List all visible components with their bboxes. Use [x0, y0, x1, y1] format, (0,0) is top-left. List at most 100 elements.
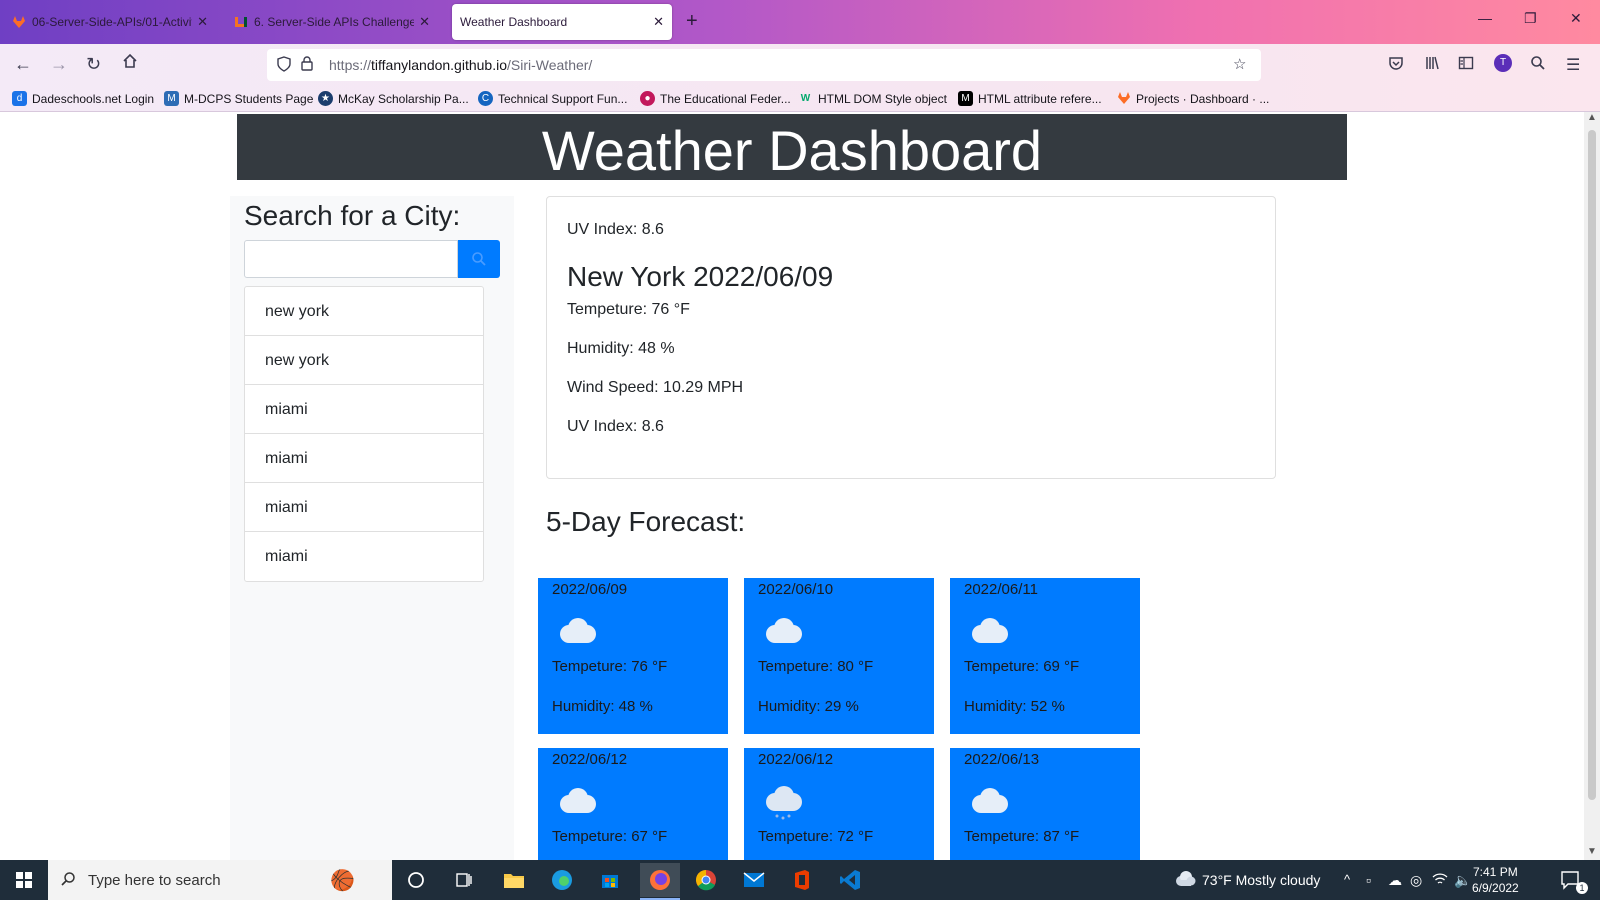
tab-title: 06-Server-Side-APIs/01-Activiti	[32, 15, 192, 29]
forecast-date: 2022/06/11	[964, 581, 1038, 598]
forward-arrow-icon[interactable]: →	[50, 54, 68, 75]
sidebar-icon[interactable]	[1458, 55, 1474, 76]
taskbar-search-box[interactable]: Type here to search 🏀	[48, 860, 392, 900]
forecast-date: 2022/06/13	[964, 751, 1040, 768]
forecast-card: 2022/06/12 Tempeture: 67 °F	[538, 748, 728, 860]
taskbar-clock[interactable]: 7:41 PM 6/9/2022	[1472, 864, 1519, 896]
close-icon[interactable]: ✕	[197, 14, 208, 30]
shield-icon[interactable]	[277, 56, 291, 76]
windows-start-icon[interactable]	[16, 872, 32, 893]
chevron-up-icon[interactable]: ^	[1344, 872, 1350, 887]
current-weather-card: UV Index: 8.6 New York 2022/06/09 Tempet…	[546, 196, 1276, 479]
bookmark-item[interactable]: M M-DCPS Students Page	[164, 91, 313, 106]
url-text[interactable]: https://tiffanylandon.github.io/Siri-Wea…	[329, 57, 592, 73]
cloud-sync-icon[interactable]: ☁	[1388, 872, 1402, 889]
forecast-humidity: Humidity: 52 %	[964, 698, 1065, 715]
taskbar-weather[interactable]: 73°F Mostly cloudy	[1202, 872, 1320, 888]
forecast-temperature: Tempeture: 87 °F	[964, 828, 1080, 845]
history-item[interactable]: new york	[245, 336, 483, 385]
meet-now-icon[interactable]: ◎	[1410, 872, 1422, 889]
reload-icon[interactable]: ↻	[86, 54, 101, 75]
forecast-humidity: Humidity: 29 %	[758, 698, 859, 715]
office-icon[interactable]	[788, 866, 816, 894]
restore-icon[interactable]: ❐	[1524, 10, 1537, 27]
cloud-icon	[556, 786, 598, 821]
cortana-icon[interactable]	[402, 866, 430, 894]
bookmark-item[interactable]: C Technical Support Fun...	[478, 91, 627, 106]
page-scrollbar[interactable]: ▲ ▼	[1584, 112, 1600, 860]
bookmark-item[interactable]: ★ McKay Scholarship Pa...	[318, 91, 469, 106]
search-button[interactable]	[458, 240, 500, 278]
tab-activities[interactable]: 06-Server-Side-APIs/01-Activiti ✕	[4, 4, 216, 40]
scroll-up-icon[interactable]: ▲	[1587, 112, 1597, 123]
current-city-date: New York 2022/06/09	[567, 261, 834, 292]
scroll-down-icon[interactable]: ▼	[1587, 846, 1597, 857]
current-humidity: Humidity: 48 %	[567, 340, 675, 357]
home-icon[interactable]	[122, 53, 138, 74]
notification-count-badge: 1	[1576, 882, 1588, 894]
close-icon[interactable]: ✕	[419, 14, 430, 30]
search-history-list: new york new york miami miami miami miam…	[244, 286, 484, 582]
history-item[interactable]: miami	[245, 483, 483, 532]
tab-challenge[interactable]: 6. Server-Side APIs Challenge: W ✕	[226, 4, 438, 40]
forecast-card: 2022/06/13 Tempeture: 87 °F	[950, 748, 1140, 860]
pocket-icon[interactable]	[1388, 55, 1404, 76]
vscode-icon[interactable]	[836, 866, 864, 894]
history-item[interactable]: miami	[245, 532, 483, 581]
lock-icon[interactable]	[301, 56, 313, 75]
file-explorer-icon[interactable]	[500, 866, 528, 894]
history-item[interactable]: miami	[245, 434, 483, 483]
extension-search-icon[interactable]	[1530, 55, 1546, 76]
library-icon[interactable]	[1424, 55, 1440, 76]
wifi-icon[interactable]	[1432, 872, 1448, 889]
window-close-icon[interactable]: ✕	[1570, 10, 1582, 27]
current-temperature: Tempeture: 76 °F	[567, 301, 690, 318]
network-device-icon[interactable]: ▫	[1366, 872, 1371, 888]
task-view-icon[interactable]	[450, 866, 478, 894]
close-icon[interactable]: ✕	[653, 14, 664, 30]
bookmark-item[interactable]: Projects · Dashboard · ...	[1116, 91, 1269, 106]
chrome-icon[interactable]	[692, 866, 720, 894]
forecast-temperature: Tempeture: 80 °F	[758, 658, 874, 675]
mdn-icon: M	[958, 91, 973, 106]
forecast-temperature: Tempeture: 76 °F	[552, 658, 668, 675]
history-item[interactable]: new york	[245, 287, 483, 336]
forecast-card: 2022/06/09 Tempeture: 76 °F Humidity: 48…	[538, 578, 728, 734]
minimize-icon[interactable]: —	[1478, 10, 1492, 26]
profile-avatar[interactable]: T	[1494, 54, 1512, 72]
browser-tab-bar: 06-Server-Side-APIs/01-Activiti ✕ 6. Ser…	[0, 0, 1600, 44]
address-bar[interactable]: https://tiffanylandon.github.io/Siri-Wea…	[267, 49, 1261, 81]
scroll-thumb[interactable]	[1588, 130, 1596, 800]
support-icon: C	[478, 91, 493, 106]
forecast-humidity: Humidity: 48 %	[552, 698, 653, 715]
tab-weather-dashboard[interactable]: Weather Dashboard ✕	[452, 4, 672, 40]
bookmark-star-icon[interactable]: ☆	[1233, 55, 1246, 73]
history-item[interactable]: miami	[245, 385, 483, 434]
edge-icon[interactable]	[548, 866, 576, 894]
back-arrow-icon[interactable]: ←	[14, 54, 32, 75]
forecast-card: 2022/06/12 Tempeture: 72 °F	[744, 748, 934, 860]
bookmark-item[interactable]: d Dadeschools.net Login	[12, 91, 154, 106]
store-icon[interactable]	[596, 866, 624, 894]
bookmark-item[interactable]: M HTML attribute refere...	[958, 91, 1102, 106]
forecast-temperature: Tempeture: 69 °F	[964, 658, 1080, 675]
page-title: Weather Dashboard	[237, 114, 1347, 180]
current-uv-index: UV Index: 8.6	[567, 418, 664, 435]
firefox-icon[interactable]	[640, 863, 680, 897]
forecast-card: 2022/06/11 Tempeture: 69 °F Humidity: 52…	[950, 578, 1140, 734]
volume-icon[interactable]: 🔈	[1454, 872, 1471, 889]
forecast-date: 2022/06/09	[552, 581, 628, 598]
bookmark-item[interactable]: W HTML DOM Style object	[798, 91, 947, 106]
forecast-temperature: Tempeture: 72 °F	[758, 828, 874, 845]
bookmark-item[interactable]: ● The Educational Feder...	[640, 91, 791, 106]
cloud-icon	[762, 616, 804, 651]
forecast-temperature: Tempeture: 67 °F	[552, 828, 668, 845]
clock-time: 7:41 PM	[1473, 865, 1518, 879]
weather-cloud-icon[interactable]	[1174, 870, 1196, 893]
new-tab-icon[interactable]: +	[686, 10, 698, 33]
mail-icon[interactable]	[740, 866, 768, 894]
page-viewport: Weather Dashboard Search for a City: new…	[0, 112, 1584, 860]
city-search-input[interactable]	[244, 240, 458, 278]
search-icon	[472, 252, 486, 266]
menu-icon[interactable]: ☰	[1566, 55, 1580, 75]
